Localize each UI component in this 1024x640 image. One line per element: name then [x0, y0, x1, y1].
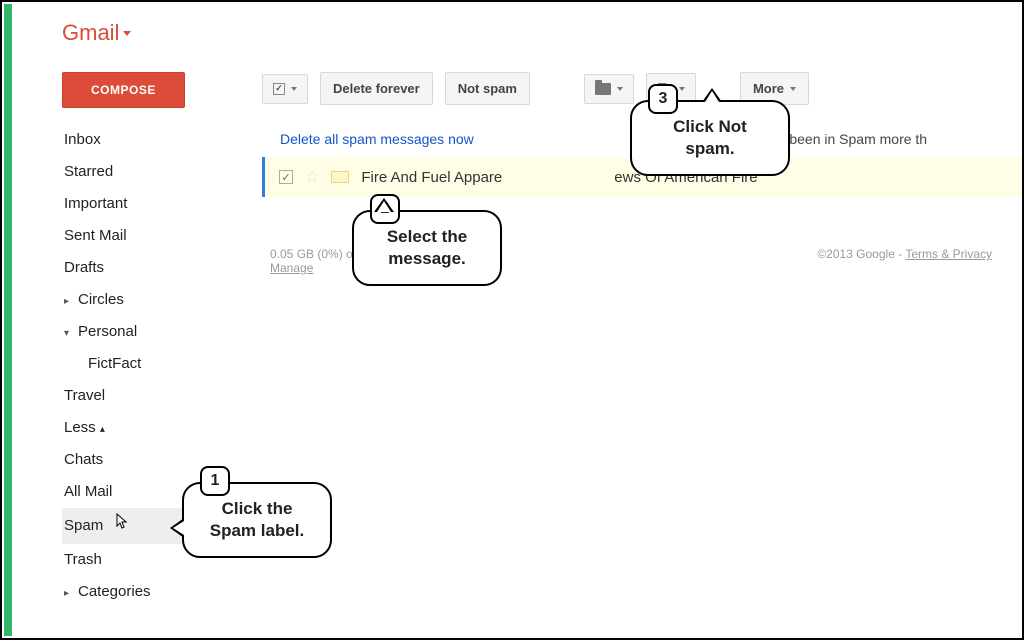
caret-down-icon	[679, 87, 685, 91]
compose-button[interactable]: COMPOSE	[62, 72, 185, 108]
sidebar-item-starred[interactable]: Starred	[62, 156, 262, 188]
delete-forever-button[interactable]: Delete forever	[320, 72, 433, 105]
caret-down-icon	[291, 87, 297, 91]
sidebar-item-fictfact[interactable]: FictFact	[62, 348, 262, 380]
spam-label: Spam	[64, 517, 103, 534]
caret-down-icon	[123, 31, 131, 36]
caret-down-icon	[617, 87, 623, 91]
callout-3: 3 Click Not spam.	[630, 100, 790, 176]
copyright-text: ©2013 Google -	[817, 247, 905, 261]
callout-text: Select the message.	[387, 227, 467, 268]
importance-marker-icon[interactable]	[331, 171, 349, 183]
checkbox-icon: ✓	[273, 83, 285, 95]
banner-text: e been in Spam more th	[778, 131, 927, 147]
sidebar-item-personal[interactable]: Personal	[62, 316, 262, 348]
callout-1: 1 Click the Spam label.	[182, 482, 332, 558]
callout-text: Click the Spam label.	[210, 499, 304, 540]
callout-2: 2 Select the message.	[352, 210, 502, 286]
message-sender: Fire And Fuel Appare	[361, 169, 502, 186]
sidebar-item-chats[interactable]: Chats	[62, 444, 262, 476]
sidebar-item-inbox[interactable]: Inbox	[62, 124, 262, 156]
window-accent-bar	[4, 4, 12, 636]
folder-icon	[595, 83, 611, 95]
callout-text: Click Not spam.	[673, 117, 747, 158]
caret-up-icon: ▴	[100, 424, 105, 435]
brand-label: Gmail	[62, 20, 119, 46]
sidebar-item-categories[interactable]: Categories	[62, 576, 262, 608]
delete-all-spam-link[interactable]: Delete all spam messages now	[280, 131, 474, 147]
not-spam-button[interactable]: Not spam	[445, 72, 530, 105]
caret-down-icon	[790, 87, 796, 91]
sidebar-item-drafts[interactable]: Drafts	[62, 252, 262, 284]
move-to-dropdown[interactable]	[584, 74, 634, 104]
sidebar-item-circles[interactable]: Circles	[62, 284, 262, 316]
sidebar-item-important[interactable]: Important	[62, 188, 262, 220]
callout-number: 3	[648, 84, 678, 114]
sidebar-item-sent[interactable]: Sent Mail	[62, 220, 262, 252]
callout-number: 1	[200, 466, 230, 496]
more-label: More	[753, 81, 784, 96]
callout-tail-icon	[374, 198, 394, 212]
star-icon[interactable]: ☆	[305, 167, 319, 187]
cursor-pointer-icon	[113, 512, 129, 540]
gmail-brand-dropdown[interactable]: Gmail	[62, 20, 1022, 46]
terms-privacy-link[interactable]: Terms & Privacy	[905, 247, 992, 261]
callout-tail-icon	[702, 88, 722, 102]
sidebar-item-less[interactable]: Less ▴	[62, 412, 262, 444]
callout-tail-icon	[170, 518, 184, 538]
select-all-dropdown[interactable]: ✓	[262, 74, 308, 104]
less-label: Less	[64, 419, 96, 436]
sidebar-item-travel[interactable]: Travel	[62, 380, 262, 412]
message-checkbox[interactable]: ✓	[279, 170, 293, 184]
manage-storage-link[interactable]: Manage	[270, 261, 313, 275]
